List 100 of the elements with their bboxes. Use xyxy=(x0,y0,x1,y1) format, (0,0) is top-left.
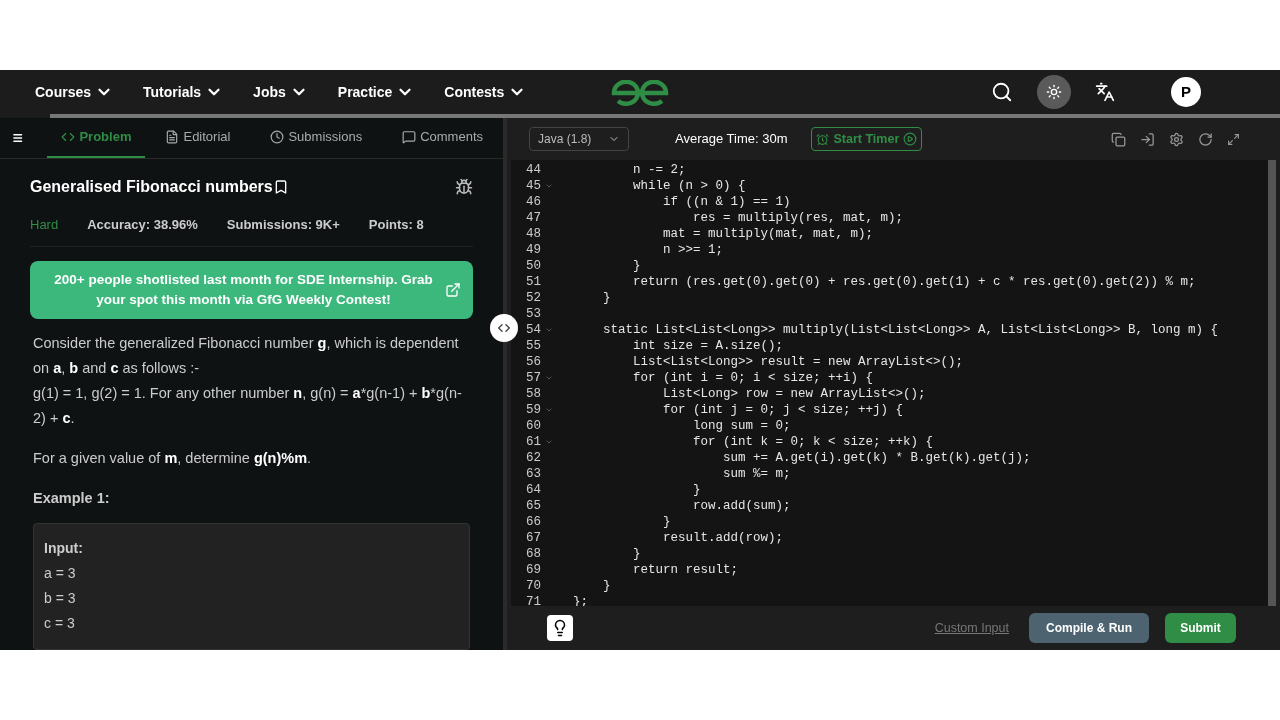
speech-bubble-icon xyxy=(402,129,417,144)
code-line: sum %= m; xyxy=(722,465,791,483)
language-dropdown[interactable]: Java (1.8) xyxy=(529,127,629,151)
nav-menu[interactable]: Jobs xyxy=(253,81,308,103)
document-icon xyxy=(165,129,180,144)
line-number: 70 xyxy=(525,577,541,595)
line-number: 57 xyxy=(525,369,541,387)
line-number: 71 xyxy=(525,593,541,606)
code-line: for (int i = 0; i < size; ++i) { xyxy=(632,369,874,387)
start-timer-button[interactable]: Start Timer xyxy=(811,127,923,151)
line-number: 47 xyxy=(525,209,541,227)
code-line: List<Long> row = new ArrayList<>(); xyxy=(662,385,926,403)
submit-button[interactable]: Submit xyxy=(1165,613,1236,643)
line-number: 54 xyxy=(525,321,541,339)
theme-toggle[interactable] xyxy=(1037,75,1071,109)
code-line: result.add(row); xyxy=(662,529,784,547)
tab[interactable]: Submissions xyxy=(256,118,377,158)
code-line: } xyxy=(632,545,641,563)
line-number: 48 xyxy=(525,225,541,243)
line-number: 68 xyxy=(525,545,541,563)
problem-title: Generalised Fibonacci numbers xyxy=(30,176,273,197)
nav-menu[interactable]: Practice xyxy=(337,81,415,103)
line-number: 46 xyxy=(525,193,541,211)
stat-text: Accuracy: 38.96% xyxy=(87,215,198,234)
code-line: } xyxy=(602,289,611,307)
fold-icon[interactable] xyxy=(545,406,553,414)
hint-button[interactable] xyxy=(547,615,573,641)
code-line: } xyxy=(662,513,671,531)
nav-menu[interactable]: Tutorials xyxy=(143,81,224,103)
line-number: 58 xyxy=(525,385,541,403)
fold-icon[interactable] xyxy=(545,182,553,190)
code-line: mat = multiply(mat, mat, m); xyxy=(662,225,874,243)
line-number: 49 xyxy=(525,241,541,259)
code-line: if ((n & 1) == 1) xyxy=(662,193,791,211)
line-number: 44 xyxy=(525,161,541,179)
sun-icon xyxy=(1046,84,1062,100)
code-line: res = multiply(res, mat, m); xyxy=(692,209,904,227)
tab[interactable]: Editorial xyxy=(151,118,245,158)
play-icon xyxy=(903,132,918,146)
tab[interactable]: Comments xyxy=(388,118,497,158)
code-line: int size = A.size(); xyxy=(632,337,784,355)
code-line: } xyxy=(602,577,611,595)
line-number: 45 xyxy=(525,177,541,195)
reset-icon[interactable] xyxy=(1198,131,1213,147)
code-line: row.add(sum); xyxy=(692,497,791,515)
difficulty-label: Hard xyxy=(30,215,59,234)
compile-run-button[interactable]: Compile & Run xyxy=(1029,613,1149,643)
copy-icon[interactable] xyxy=(1111,131,1126,147)
example-line: b = 3 xyxy=(44,589,77,609)
settings-icon[interactable] xyxy=(1169,131,1184,147)
code-line: return result; xyxy=(632,561,739,579)
clock-icon xyxy=(270,129,285,144)
code-line: return (res.get(0).get(0) + res.get(0).get(1) + c * res.get(0).get(2)) % m; xyxy=(632,273,1196,291)
example-label: Input: xyxy=(44,539,84,559)
search-icon[interactable] xyxy=(991,81,1013,103)
line-number: 50 xyxy=(525,257,541,275)
code-line: List<List<Long>> result = new ArrayList<>(); xyxy=(632,353,964,371)
import-icon[interactable] xyxy=(1140,131,1155,147)
code-line: static List<List<Long>> multiply(List<List<Long>> A, List<List<Long>> B, long m) { xyxy=(602,321,1219,339)
nav-menu[interactable]: Contests xyxy=(444,81,527,103)
code-line: while (n > 0) { xyxy=(632,177,746,195)
example-line: a = 3 xyxy=(44,564,77,584)
line-number: 51 xyxy=(525,273,541,291)
line-number: 53 xyxy=(525,305,541,323)
nav-menu[interactable]: Courses xyxy=(35,81,114,103)
logo-icon xyxy=(610,80,670,106)
line-number: 65 xyxy=(525,497,541,515)
translate-icon[interactable] xyxy=(1095,82,1115,102)
code-line: n -= 2; xyxy=(632,161,686,179)
code-line: long sum = 0; xyxy=(692,417,791,435)
bug-icon[interactable] xyxy=(455,177,473,196)
code-line: for (int j = 0; j < size; ++j) { xyxy=(662,401,904,419)
line-number: 60 xyxy=(525,417,541,435)
example-heading: Example 1: xyxy=(33,489,111,509)
code-line: sum += A.get(i).get(k) * B.get(k).get(j); xyxy=(722,449,1031,467)
fold-icon[interactable] xyxy=(545,326,553,334)
line-number: 56 xyxy=(525,353,541,371)
line-number: 55 xyxy=(525,337,541,355)
line-number: 67 xyxy=(525,529,541,547)
custom-input-link[interactable]: Custom Input xyxy=(934,618,1009,638)
avatar[interactable]: P xyxy=(1171,77,1201,107)
line-number: 62 xyxy=(525,449,541,467)
code-line: } xyxy=(632,257,641,275)
example-line: c = 3 xyxy=(44,614,76,634)
line-number: 61 xyxy=(525,433,541,451)
problem-paragraph: For a given value of m, determine g(n)%m. xyxy=(33,449,313,469)
tab[interactable]: Problem xyxy=(47,118,146,158)
code-line: for (int k = 0; k < size; ++k) { xyxy=(692,433,934,451)
stat-text: Submissions: 9K+ xyxy=(226,215,340,234)
code-line: } xyxy=(692,481,701,499)
fold-icon[interactable] xyxy=(545,374,553,382)
alarm-clock-icon xyxy=(816,132,830,146)
fold-icon[interactable] xyxy=(545,438,553,446)
line-number: 69 xyxy=(525,561,541,579)
line-number: 59 xyxy=(525,401,541,419)
line-number: 52 xyxy=(525,289,541,307)
line-number: 66 xyxy=(525,513,541,531)
fullscreen-icon[interactable] xyxy=(1227,132,1240,146)
average-time: Average Time: 30m xyxy=(675,130,788,149)
external-link-icon xyxy=(445,282,461,299)
